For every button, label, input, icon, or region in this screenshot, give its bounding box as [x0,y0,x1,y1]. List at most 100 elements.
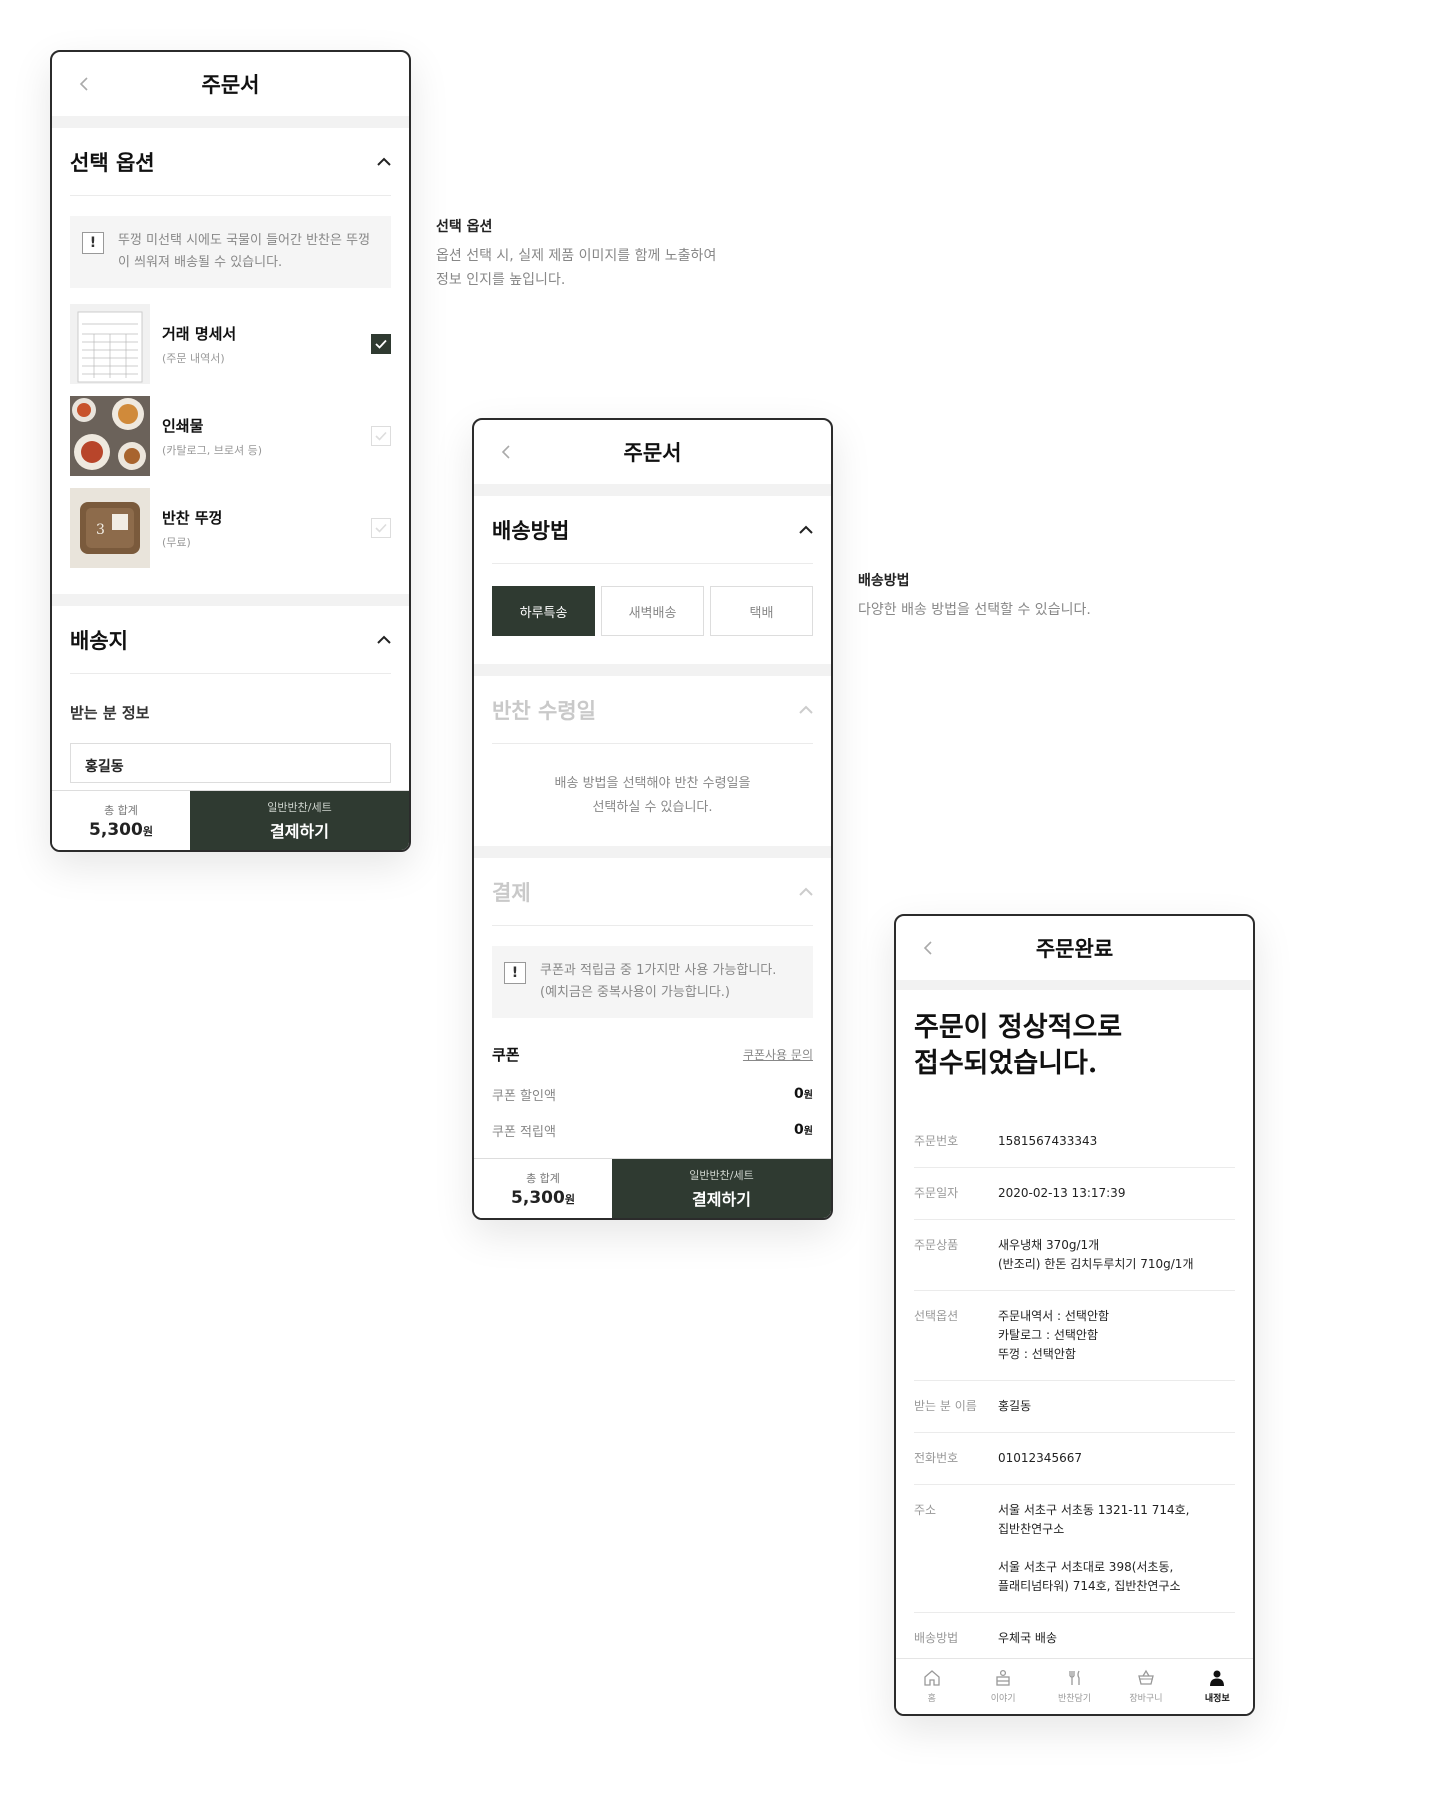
tab-my-info[interactable]: 내정보 [1182,1659,1253,1714]
exclamation-icon: ! [504,962,526,984]
chevron-up-icon[interactable] [799,705,813,715]
row-label: 쿠폰 적립액 [492,1124,556,1140]
total-unit: 원 [142,824,153,838]
payment-section: 결제 ! 쿠폰과 적립금 중 1가지만 사용 가능합니다. (예치금은 중복사용… [474,858,831,1148]
tab-label: 반찬담기 [1057,1694,1092,1704]
detail-value: 01012345667 [998,1451,1082,1465]
row-unit: 원 [803,1126,813,1137]
total-amount: 총 합계 5,300원 [474,1159,612,1218]
detail-row: 받는 분 이름 홍길동 [914,1381,1235,1433]
divider [474,484,831,496]
detail-value: 주문내역서 : 선택안함 카탈로그 : 선택안함 뚜껑 : 선택안함 [998,1309,1110,1361]
chevron-up-icon[interactable] [377,635,391,645]
option-item[interactable]: 3 반찬 뚜껑 (무료) [70,488,391,568]
section-title: 배송방법 [492,518,570,543]
total-value: 5,300원 [89,820,153,840]
notice-box: ! 쿠폰과 적립금 중 1가지만 사용 가능합니다. (예치금은 중복사용이 가… [492,946,813,1018]
total-value: 5,300원 [511,1188,575,1208]
shipping-section-header[interactable]: 배송지 [70,606,391,674]
row-unit: 원 [803,1090,813,1101]
check-icon [375,431,387,441]
tab-story[interactable]: 이야기 [967,1659,1038,1714]
bottom-tab-bar: 홈 이야기 반찬담기 장바구니 내정보 [896,1658,1253,1714]
notice-text: 쿠폰과 적립금 중 1가지만 사용 가능합니다. (예치금은 중복사용이 가능합… [540,963,777,1000]
recipient-name-field[interactable]: 홍길동 [70,743,391,783]
detail-row: 전화번호 01012345667 [914,1433,1235,1485]
option-checkbox[interactable] [371,334,391,354]
section-title: 배송지 [70,628,128,653]
order-form-screen-delivery: 주문서 배송방법 하루특송 새벽배송 택배 반찬 수령일 배송 방법을 선택해야… [472,418,833,1220]
pay-label: 결제하기 [692,1190,751,1209]
chevron-up-icon[interactable] [799,525,813,535]
detail-key: 주소 [914,1503,937,1517]
coupon-rows: 쿠폰 할인액 0원 쿠폰 적립액 0원 [492,1076,813,1148]
section-title: 반찬 수령일 [492,698,596,723]
tab-cart[interactable]: 장바구니 [1110,1659,1181,1714]
option-name: 거래 명세서 [162,324,237,343]
option-checkbox[interactable] [371,518,391,538]
pay-sub-label: 일반반찬/세트 [689,1169,754,1182]
delivery-option-same-day[interactable]: 하루특송 [492,586,595,636]
detail-row: 배송방법 우체국 배송 [914,1613,1235,1664]
pay-label: 결제하기 [270,822,329,841]
detail-value: 서울 서초구 서초동 1321-11 714호, 집반찬연구소 서울 서초구 서… [998,1503,1190,1593]
delivery-section-header[interactable]: 배송방법 [492,496,813,564]
option-item[interactable]: 거래 명세서 (주문 내역서) [70,304,391,384]
user-icon [1210,1670,1225,1686]
chevron-up-icon[interactable] [799,887,813,897]
detail-key: 받는 분 이름 [914,1399,977,1413]
payment-header[interactable]: 결제 [492,858,813,926]
options-section-header[interactable]: 선택 옵션 [70,128,391,196]
receive-date-header[interactable]: 반찬 수령일 [492,676,813,744]
option-checkbox[interactable] [371,426,391,446]
option-sub: (무료) [162,535,191,549]
detail-row: 주문번호 1581567433343 [914,1116,1235,1168]
option-item[interactable]: 인쇄물 (카탈로그, 브로셔 등) [70,396,391,476]
svg-text:3: 3 [96,522,105,538]
back-chevron-icon[interactable] [496,442,516,462]
description-body: 옵션 선택 시, 실제 제품 이미지를 함께 노출하여 정보 인지를 높입니다. [436,248,717,288]
detail-row: 선택옵션 주문내역서 : 선택안함 카탈로그 : 선택안함 뚜껑 : 선택안함 [914,1291,1235,1381]
option-text: 인쇄물 (카탈로그, 브로셔 등) [162,415,262,458]
page-title: 주문서 [201,73,260,97]
delivery-method-selector: 하루특송 새벽배송 택배 [492,586,813,636]
order-complete-screen: 주문완료 주문이 정상적으로 접수되었습니다. 주문번호 158156743334… [894,914,1255,1716]
tab-add-dishes[interactable]: 반찬담기 [1039,1659,1110,1714]
app-bar: 주문서 [52,52,409,116]
description-title: 선택 옵션 [436,219,493,235]
detail-key: 주문번호 [914,1134,959,1148]
back-chevron-icon[interactable] [74,74,94,94]
detail-key: 주문일자 [914,1186,959,1200]
delivery-option-parcel[interactable]: 택배 [710,586,813,636]
back-chevron-icon[interactable] [918,938,938,958]
lid-thumbnail: 3 [70,488,150,568]
coupon-inquiry-link[interactable]: 쿠폰사용 문의 [743,1046,813,1063]
detail-key: 주문상품 [914,1238,959,1252]
chevron-up-icon[interactable] [377,157,391,167]
row-value: 0원 [794,1122,813,1138]
checkout-bar: 총 합계 5,300원 일반반찬/세트 결제하기 [474,1158,831,1218]
order-details: 주문번호 1581567433343 주문일자 2020-02-13 13:17:3… [896,1116,1253,1664]
delivery-option-dawn[interactable]: 새벽배송 [601,586,704,636]
divider [474,664,831,676]
option-text: 거래 명세서 (주문 내역서) [162,323,236,366]
tab-label: 홈 [927,1694,936,1704]
detail-value: 홍길동 [998,1399,1032,1413]
option-name: 반찬 뚜껑 [162,508,223,527]
detail-row: 주문상품 새우냉채 370g/1개 (반조리) 한돈 김치두루치기 710g/1개 [914,1220,1235,1291]
check-icon [375,339,387,349]
coupon-row: 쿠폰 할인액 0원 [492,1076,813,1112]
pay-button[interactable]: 일반반찬/세트 결제하기 [612,1159,831,1218]
row-number: 0 [794,1122,804,1138]
tab-home[interactable]: 홈 [896,1659,967,1714]
page-title: 주문서 [623,441,682,465]
notice-box: ! 뚜껑 미선택 시에도 국물이 들어간 반찬은 뚜껑이 씌워져 배송될 수 있… [70,216,391,288]
section-title: 선택 옵션 [70,150,155,175]
row-number: 0 [794,1086,804,1102]
check-icon [375,523,387,533]
option-text: 반찬 뚜껑 (무료) [162,507,222,550]
coupon-label: 쿠폰 [492,1045,520,1064]
pay-button[interactable]: 일반반찬/세트 결제하기 [190,791,409,850]
total-label: 총 합계 [104,803,138,817]
app-bar: 주문완료 [896,916,1253,980]
